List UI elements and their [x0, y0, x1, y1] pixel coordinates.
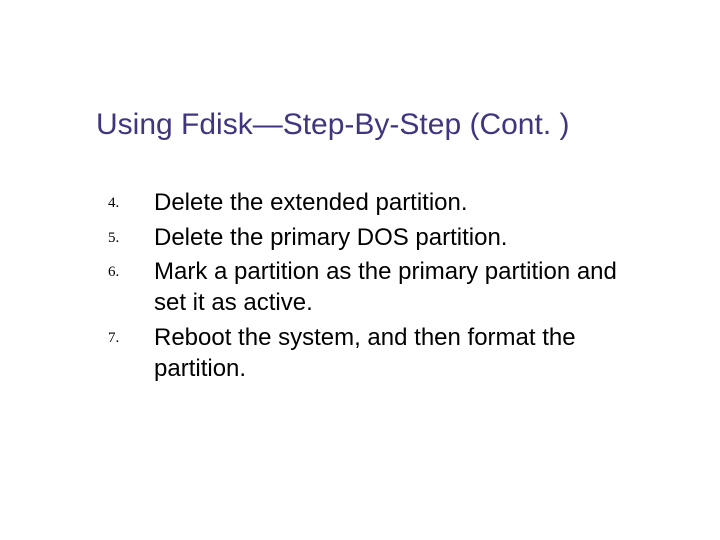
list-item: 7. Reboot the system, and then format th…	[108, 323, 640, 384]
list-marker: 7.	[108, 323, 154, 347]
slide: Using Fdisk—Step-By-Step (Cont. ) 4. Del…	[0, 0, 720, 540]
list-item: 4. Delete the extended partition.	[108, 188, 640, 219]
list-item-text: Delete the extended partition.	[154, 188, 640, 219]
list-marker: 5.	[108, 223, 154, 247]
slide-title: Using Fdisk—Step-By-Step (Cont. )	[96, 108, 660, 142]
list-item-text: Mark a partition as the primary partitio…	[154, 257, 640, 318]
list-item: 5. Delete the primary DOS partition.	[108, 223, 640, 254]
list-marker: 6.	[108, 257, 154, 281]
ordered-list: 4. Delete the extended partition. 5. Del…	[108, 188, 640, 388]
list-item: 6. Mark a partition as the primary parti…	[108, 257, 640, 318]
list-marker: 4.	[108, 188, 154, 212]
list-item-text: Delete the primary DOS partition.	[154, 223, 640, 254]
list-item-text: Reboot the system, and then format the p…	[154, 323, 640, 384]
